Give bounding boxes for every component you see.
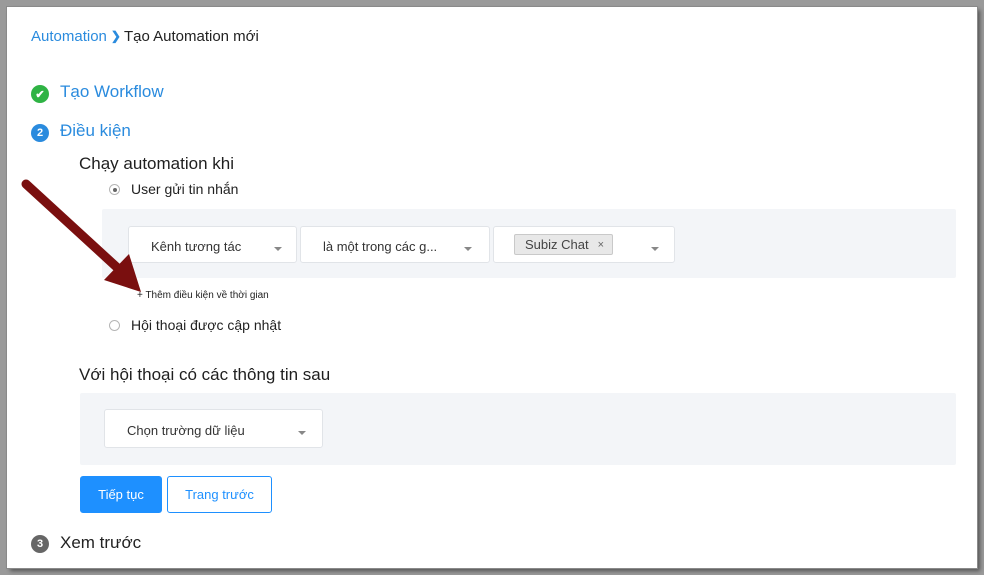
caret-down-icon	[464, 247, 472, 251]
radio-conversation-updated-label[interactable]: Hội thoại được cập nhật	[131, 317, 281, 333]
operator-select[interactable]: là một trong các g...	[300, 226, 490, 263]
chevron-right-icon: ❯	[110, 29, 121, 43]
radio-conversation-updated[interactable]	[109, 320, 120, 331]
selected-tag: Subiz Chat ×	[514, 234, 614, 255]
radio-user-sends-message[interactable]	[109, 184, 120, 195]
step-preview[interactable]: Xem trước	[60, 533, 141, 553]
remove-tag-icon[interactable]: ×	[598, 239, 604, 251]
check-circle-icon: ✔	[31, 85, 49, 103]
caret-down-icon	[274, 247, 282, 251]
channel-value-multiselect[interactable]: Subiz Chat ×	[493, 226, 675, 263]
next-button[interactable]: Tiếp tục	[80, 476, 162, 513]
caret-down-icon	[298, 431, 306, 435]
previous-button[interactable]: Trang trước	[167, 476, 272, 513]
operator-select-value: là một trong các g...	[323, 239, 438, 254]
step-2-number-icon: 2	[31, 124, 49, 142]
conversation-filter-heading: Với hội thoại có các thông tin sau	[79, 365, 331, 384]
radio-user-sends-message-label[interactable]: User gửi tin nhắn	[131, 181, 238, 197]
add-time-condition-link[interactable]: + Thêm điều kiện về thời gian	[137, 290, 269, 301]
channel-select[interactable]: Kênh tương tác	[128, 226, 297, 263]
step-create-workflow[interactable]: Tạo Workflow	[60, 82, 164, 102]
breadcrumb-automation-link[interactable]: Automation	[31, 28, 107, 45]
data-field-select[interactable]: Chọn trường dữ liệu	[104, 409, 323, 448]
run-when-heading: Chạy automation khi	[79, 154, 234, 173]
step-3-number-icon: 3	[31, 535, 49, 553]
automation-card: Automation ❯ Tạo Automation mới ✔ Tạo Work…	[7, 7, 977, 568]
breadcrumb: Automation ❯ Tạo Automation mới	[31, 28, 259, 45]
data-field-select-value: Chọn trường dữ liệu	[127, 423, 245, 438]
selected-tag-label: Subiz Chat	[525, 237, 589, 252]
caret-down-icon	[651, 247, 659, 251]
breadcrumb-current: Tạo Automation mới	[123, 28, 259, 45]
step-conditions[interactable]: Điều kiện	[60, 121, 131, 141]
channel-select-value: Kênh tương tác	[151, 239, 242, 254]
